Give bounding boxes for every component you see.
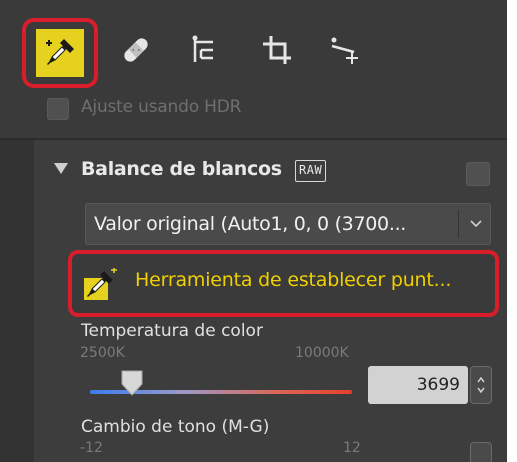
- temperature-max-label: 10000K: [295, 345, 349, 361]
- hdr-checkbox[interactable]: [47, 98, 69, 120]
- level-adjust-tool[interactable]: [177, 22, 233, 78]
- eyedropper-icon: [80, 268, 120, 302]
- white-balance-checkbox[interactable]: [466, 162, 490, 186]
- tint-min-label: -12: [80, 440, 103, 456]
- temperature-slider-thumb[interactable]: [121, 370, 143, 396]
- bandage-icon: [118, 32, 154, 68]
- color-temperature-label: Temperatura de color: [81, 321, 263, 341]
- straighten-tool[interactable]: [314, 22, 370, 78]
- panel-gutter: [0, 140, 34, 462]
- straighten-icon: [324, 32, 360, 68]
- color-temperature-input[interactable]: 3699: [368, 366, 468, 404]
- set-white-point-tool-label: Herramienta de establecer punt...: [135, 269, 452, 291]
- dropdown-value: Valor original (Auto1, 0, 0 (3700...: [94, 213, 407, 235]
- raw-badge: RAW: [295, 160, 327, 182]
- hdr-label: Ajuste usando HDR: [81, 97, 242, 117]
- tint-stepper[interactable]: [470, 442, 492, 462]
- levels-icon: [187, 32, 223, 68]
- eyedropper-icon: [36, 29, 84, 77]
- white-balance-panel-screenshot: Ajuste usando HDR Balance de blancos RAW…: [0, 0, 517, 462]
- crop-icon: [259, 32, 295, 68]
- chevron-down-icon: [464, 214, 488, 234]
- retouch-brush-tool[interactable]: [108, 22, 164, 78]
- dropdown-separator: [458, 210, 459, 238]
- crop-tool[interactable]: [249, 22, 305, 78]
- temperature-min-label: 2500K: [80, 345, 125, 361]
- white-balance-dropdown[interactable]: Valor original (Auto1, 0, 0 (3700...: [85, 203, 491, 245]
- collapse-triangle-icon[interactable]: [54, 163, 68, 174]
- tint-label: Cambio de tono (M-G): [81, 417, 270, 437]
- white-balance-eyedropper-tool[interactable]: [22, 18, 98, 88]
- tint-max-label: 12: [343, 440, 361, 456]
- temperature-stepper[interactable]: [470, 366, 492, 404]
- screenshot-edge: [507, 0, 517, 462]
- white-balance-title: Balance de blancos: [81, 158, 282, 180]
